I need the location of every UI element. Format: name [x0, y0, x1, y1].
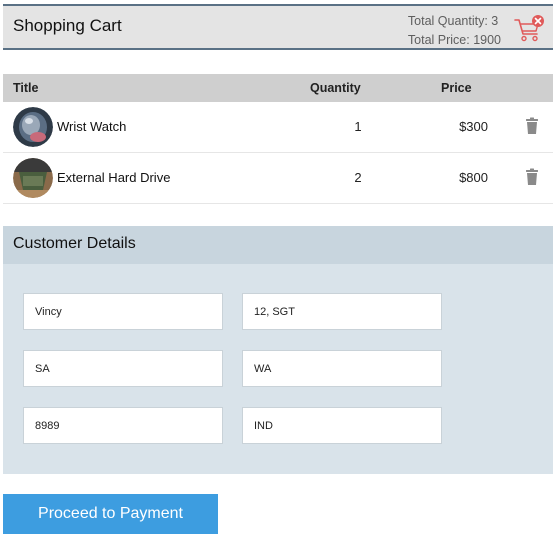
cart-table: Title Quantity Price Wrist Watch 1 $300	[3, 74, 553, 204]
country-input[interactable]	[242, 407, 442, 444]
column-title: Title	[13, 81, 39, 95]
trash-icon[interactable]	[525, 168, 539, 186]
item-price: $300	[459, 119, 488, 134]
state-input[interactable]	[242, 350, 442, 387]
item-title: Wrist Watch	[57, 119, 127, 134]
cart-header: Shopping Cart Total Quantity: 3 Total Pr…	[3, 4, 553, 50]
column-quantity: Quantity	[310, 81, 361, 95]
cart-summary: Total Quantity: 3 Total Price: 1900	[408, 12, 501, 50]
cart-clear-icon[interactable]	[513, 14, 545, 44]
customer-details-panel: Customer Details	[3, 226, 553, 474]
page-title: Shopping Cart	[13, 16, 122, 35]
item-title: External Hard Drive	[57, 170, 171, 185]
total-price: Total Price: 1900	[407, 33, 501, 47]
item-quantity: 2	[354, 170, 362, 185]
column-price: Price	[441, 81, 472, 95]
trash-icon[interactable]	[525, 117, 539, 135]
name-input[interactable]	[23, 293, 223, 330]
wrist-watch-thumbnail	[13, 107, 53, 147]
city-input[interactable]	[23, 350, 223, 387]
address-input[interactable]	[242, 293, 442, 330]
item-quantity: 1	[354, 119, 362, 134]
table-row: External Hard Drive 2 $800	[3, 153, 553, 204]
table-header: Title Quantity Price	[3, 74, 553, 102]
item-price: $800	[459, 170, 488, 185]
proceed-to-payment-button[interactable]: Proceed to Payment	[3, 494, 218, 534]
zip-input[interactable]	[23, 407, 223, 444]
hard-drive-thumbnail	[13, 158, 53, 198]
customer-details-title: Customer Details	[13, 235, 136, 252]
total-quantity: Total Quantity: 3	[407, 14, 499, 28]
customer-details-header: Customer Details	[3, 226, 553, 264]
table-row: Wrist Watch 1 $300	[3, 102, 553, 153]
